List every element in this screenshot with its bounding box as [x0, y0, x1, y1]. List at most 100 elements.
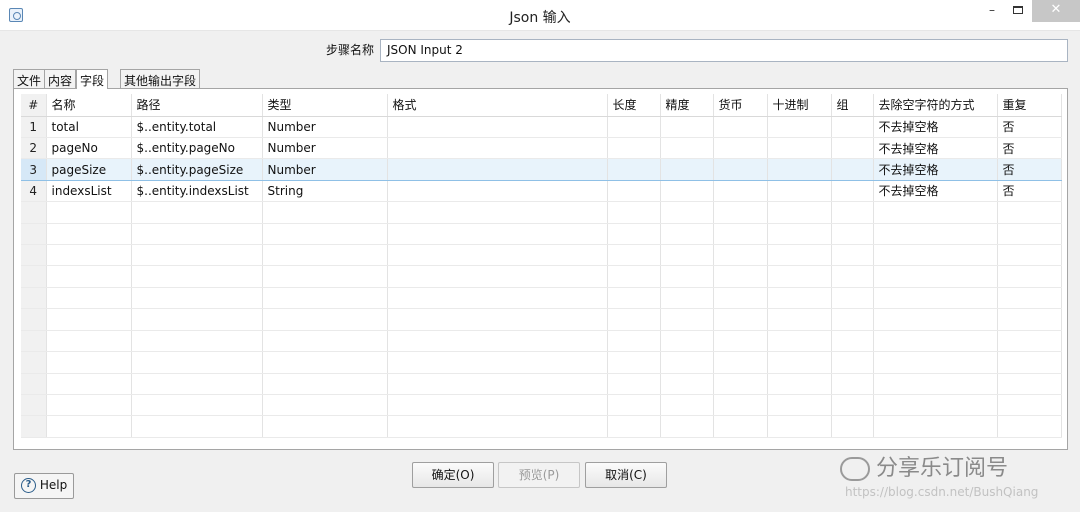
- field-length-cell[interactable]: [607, 223, 661, 246]
- field-group-cell[interactable]: [831, 265, 874, 288]
- field-repeat-cell[interactable]: [997, 244, 1062, 267]
- field-path-cell[interactable]: [131, 308, 263, 331]
- column-header-repeat[interactable]: 重复: [997, 94, 1062, 117]
- field-precision-cell[interactable]: [660, 308, 714, 331]
- table-row[interactable]: [21, 415, 1062, 438]
- row-index-cell[interactable]: [21, 223, 47, 246]
- field-type-cell[interactable]: [262, 201, 388, 224]
- column-header-path[interactable]: 路径: [131, 94, 263, 117]
- field-name-cell[interactable]: [46, 330, 132, 353]
- field-group-cell[interactable]: [831, 415, 874, 438]
- field-precision-cell[interactable]: [660, 201, 714, 224]
- field-decimal-cell[interactable]: [767, 373, 832, 395]
- field-length-cell[interactable]: [607, 116, 661, 138]
- field-trim-type-cell[interactable]: [873, 201, 998, 224]
- field-precision-cell[interactable]: [660, 137, 714, 160]
- table-row[interactable]: [21, 373, 1062, 395]
- field-repeat-cell[interactable]: [997, 201, 1062, 224]
- preview-button[interactable]: 预览(P): [498, 462, 580, 488]
- row-index-cell[interactable]: 3: [21, 158, 47, 181]
- field-length-cell[interactable]: [607, 394, 661, 417]
- field-currency-cell[interactable]: [713, 415, 768, 438]
- field-name-cell[interactable]: [46, 223, 132, 246]
- table-row[interactable]: [21, 244, 1062, 267]
- field-precision-cell[interactable]: [660, 351, 714, 374]
- field-path-cell[interactable]: [131, 201, 263, 224]
- field-trim-type-cell[interactable]: [873, 394, 998, 417]
- field-precision-cell[interactable]: [660, 265, 714, 288]
- field-name-cell[interactable]: [46, 287, 132, 310]
- field-name-cell[interactable]: total: [46, 116, 132, 138]
- field-type-cell[interactable]: Number: [262, 158, 388, 181]
- row-index-cell[interactable]: [21, 244, 47, 267]
- field-type-cell[interactable]: Number: [262, 137, 388, 160]
- field-length-cell[interactable]: [607, 137, 661, 160]
- row-index-cell[interactable]: [21, 287, 47, 310]
- field-trim-type-cell[interactable]: [873, 287, 998, 310]
- field-decimal-cell[interactable]: [767, 201, 832, 224]
- field-repeat-cell[interactable]: [997, 351, 1062, 374]
- field-format-cell[interactable]: [387, 351, 608, 374]
- field-repeat-cell[interactable]: [997, 330, 1062, 353]
- help-button[interactable]: ? Help: [14, 473, 74, 499]
- row-index-cell[interactable]: 4: [21, 180, 47, 203]
- field-name-cell[interactable]: [46, 201, 132, 224]
- field-format-cell[interactable]: [387, 180, 608, 203]
- field-length-cell[interactable]: [607, 244, 661, 267]
- field-path-cell[interactable]: $..entity.total: [131, 116, 263, 138]
- field-currency-cell[interactable]: [713, 137, 768, 160]
- field-group-cell[interactable]: [831, 201, 874, 224]
- row-index-cell[interactable]: [21, 394, 47, 417]
- field-repeat-cell[interactable]: [997, 373, 1062, 395]
- row-index-cell[interactable]: [21, 330, 47, 353]
- field-decimal-cell[interactable]: [767, 308, 832, 331]
- field-group-cell[interactable]: [831, 116, 874, 138]
- field-precision-cell[interactable]: [660, 373, 714, 395]
- field-currency-cell[interactable]: [713, 394, 768, 417]
- column-header-format[interactable]: 格式: [387, 94, 608, 117]
- field-group-cell[interactable]: [831, 244, 874, 267]
- field-type-cell[interactable]: [262, 287, 388, 310]
- field-decimal-cell[interactable]: [767, 180, 832, 203]
- field-trim-type-cell[interactable]: [873, 265, 998, 288]
- field-length-cell[interactable]: [607, 265, 661, 288]
- field-path-cell[interactable]: $..entity.pageNo: [131, 137, 263, 160]
- table-row[interactable]: [21, 265, 1062, 288]
- field-type-cell[interactable]: [262, 351, 388, 374]
- field-decimal-cell[interactable]: [767, 287, 832, 310]
- field-format-cell[interactable]: [387, 137, 608, 160]
- field-format-cell[interactable]: [387, 223, 608, 246]
- field-currency-cell[interactable]: [713, 287, 768, 310]
- table-row[interactable]: 2 pageNo $..entity.pageNo Number 不去掉空格否: [21, 137, 1062, 160]
- row-index-cell[interactable]: 1: [21, 116, 47, 138]
- field-currency-cell[interactable]: [713, 308, 768, 331]
- field-decimal-cell[interactable]: [767, 137, 832, 160]
- table-row[interactable]: 1 total $..entity.total Number 不去掉空格否: [21, 116, 1062, 138]
- field-name-cell[interactable]: [46, 308, 132, 331]
- field-length-cell[interactable]: [607, 180, 661, 203]
- field-length-cell[interactable]: [607, 201, 661, 224]
- field-decimal-cell[interactable]: [767, 394, 832, 417]
- field-length-cell[interactable]: [607, 308, 661, 331]
- ok-button[interactable]: 确定(O): [412, 462, 494, 488]
- field-repeat-cell[interactable]: [997, 265, 1062, 288]
- field-format-cell[interactable]: [387, 158, 608, 181]
- field-path-cell[interactable]: [131, 330, 263, 353]
- field-currency-cell[interactable]: [713, 265, 768, 288]
- field-path-cell[interactable]: [131, 351, 263, 374]
- field-path-cell[interactable]: [131, 223, 263, 246]
- field-type-cell[interactable]: [262, 308, 388, 331]
- field-trim-type-cell[interactable]: [873, 244, 998, 267]
- field-group-cell[interactable]: [831, 180, 874, 203]
- field-group-cell[interactable]: [831, 223, 874, 246]
- field-group-cell[interactable]: [831, 351, 874, 374]
- field-name-cell[interactable]: [46, 394, 132, 417]
- field-path-cell[interactable]: [131, 287, 263, 310]
- field-name-cell[interactable]: [46, 265, 132, 288]
- field-group-cell[interactable]: [831, 308, 874, 331]
- table-row[interactable]: [21, 287, 1062, 310]
- field-decimal-cell[interactable]: [767, 265, 832, 288]
- field-decimal-cell[interactable]: [767, 116, 832, 138]
- field-path-cell[interactable]: [131, 415, 263, 438]
- field-precision-cell[interactable]: [660, 330, 714, 353]
